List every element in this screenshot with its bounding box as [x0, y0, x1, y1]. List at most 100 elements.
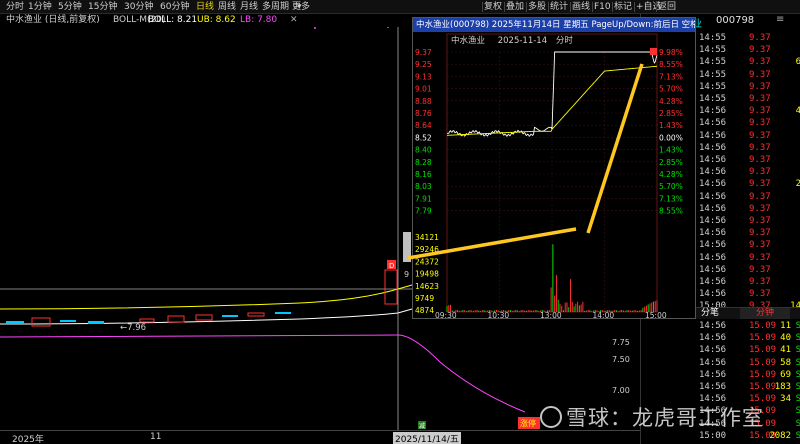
- candle: [31, 317, 51, 327]
- pct-tick: 2.85%: [659, 109, 683, 118]
- tick-row: 14:56 15.09 41 S: [699, 345, 800, 356]
- period-tab[interactable]: 日线: [196, 1, 214, 13]
- tick-row: 14:56 15.09 40 S: [699, 333, 800, 344]
- candle: [139, 318, 155, 323]
- period-tab[interactable]: 周线: [218, 1, 236, 13]
- candle: [6, 321, 24, 324]
- price-note: ←7.96: [120, 323, 146, 333]
- intraday-popup[interactable]: 中水渔业(000798) 2025年11月14日 星期五 PageUp/Down…: [412, 17, 697, 320]
- candle: [195, 314, 213, 321]
- d-label: 9: [404, 270, 409, 279]
- toolbar-button[interactable]: 统计: [550, 1, 568, 13]
- pct-tick: 8.55%: [659, 60, 683, 69]
- pct-tick: 0.00%: [659, 133, 683, 142]
- svg-text:7.75: 7.75: [612, 338, 630, 347]
- ub-value: UB: 8.62: [197, 15, 236, 25]
- price-tick: 8.16: [415, 170, 432, 179]
- limit-up-text: 涨停: [520, 418, 536, 428]
- chart-title: 中水渔业 (日线,前复权): [6, 15, 100, 25]
- svg-text:7.00: 7.00: [612, 386, 630, 395]
- candle: [88, 321, 104, 324]
- lb-value: LB: 7.80: [240, 15, 278, 25]
- price-tick: 7.79: [415, 207, 432, 216]
- volume-tick: 29246: [415, 245, 439, 254]
- candle: [403, 232, 411, 262]
- candles: [6, 232, 411, 327]
- pct-tick: 1.43%: [659, 121, 683, 130]
- snowball-logo-icon: [540, 406, 562, 428]
- toolbar-button[interactable]: 返回: [658, 1, 676, 13]
- boll-lower-line: [0, 334, 526, 413]
- volume-tick: 9749: [415, 294, 434, 303]
- popup-title[interactable]: 中水渔业(000798) 2025年11月14日 星期五 PageUp/Down…: [413, 18, 695, 32]
- svg-text:D: D: [389, 262, 394, 270]
- tick-row: 14:56 15.09 183 S: [699, 382, 800, 392]
- candle: [60, 320, 76, 322]
- volume-tick: 24372: [415, 257, 439, 266]
- menu-icon[interactable]: ≡: [776, 14, 784, 25]
- tab-fenzhong[interactable]: 分钟: [740, 308, 790, 319]
- pct-tick: 8.55%: [659, 207, 683, 216]
- pct-tick: 9.98%: [659, 48, 683, 57]
- pct-tick: 5.70%: [659, 85, 683, 94]
- tick-row: 14:56 15.09 11 S: [699, 321, 800, 331]
- period-tab[interactable]: 5分钟: [58, 1, 82, 13]
- date-axis: 2025年 11 2025/11/14/五: [0, 430, 640, 444]
- price-tick: 9.25: [415, 60, 432, 69]
- price-tick: 8.03: [415, 182, 432, 191]
- boll-value: BOLL: 8.21: [148, 15, 198, 25]
- time-tick: 15:00: [645, 311, 667, 320]
- period-tab[interactable]: 分时: [6, 1, 24, 13]
- price-tick: 8.52: [415, 133, 432, 142]
- price-tick: 8.40: [415, 146, 432, 155]
- volume-tick: 19498: [415, 270, 439, 279]
- time-tick: 10:30: [488, 311, 510, 320]
- candle: [275, 312, 291, 314]
- price-tick: 7.91: [415, 194, 432, 203]
- volume-tick: 14623: [415, 282, 439, 291]
- pct-tick: 4.28%: [659, 170, 683, 179]
- pct-tick: 5.70%: [659, 182, 683, 191]
- pct-tick: 1.43%: [659, 146, 683, 155]
- price-tick: 8.64: [415, 121, 432, 130]
- price-tick: 8.88: [415, 97, 432, 106]
- candle: [167, 315, 185, 323]
- indicator-bar: 中水渔业 (日线,前复权) BOLL-M(20) BOLL: 8.21 UB: …: [0, 14, 400, 27]
- time-tick: 09:30: [435, 311, 457, 320]
- volume-tick: 34121: [415, 233, 439, 242]
- toolbar-button[interactable]: 画线: [572, 1, 590, 13]
- toolbar-button[interactable]: 标记: [614, 1, 632, 13]
- toolbar-button[interactable]: 多股: [528, 1, 546, 13]
- toolbar-button[interactable]: 复权: [484, 1, 502, 13]
- svg-text:减: 减: [419, 422, 425, 430]
- pct-tick: 7.13%: [659, 194, 683, 203]
- time-tick: 13:00: [540, 311, 562, 320]
- candle: [222, 315, 238, 317]
- price-tick: 9.13: [415, 72, 432, 81]
- period-tab[interactable]: 60分钟: [160, 1, 189, 13]
- period-tab[interactable]: 多周期: [262, 1, 289, 13]
- period-tab[interactable]: 1分钟: [28, 1, 52, 13]
- pct-tick: 7.13%: [659, 72, 683, 81]
- tick-row: 14:56 15.09 69 S: [699, 369, 800, 380]
- watermark: 雪球：龙虎哥工作室: [540, 402, 764, 432]
- price-tick: 8.76: [415, 109, 432, 118]
- price-tick: 9.01: [415, 85, 432, 94]
- more-dropdown-icon[interactable]: ▾: [297, 1, 302, 13]
- volume-tick: 4874: [415, 306, 434, 315]
- close-icon[interactable]: ✕: [290, 14, 298, 27]
- time-tick: 14:00: [593, 311, 615, 320]
- toolbar-button[interactable]: 叠加: [506, 1, 524, 13]
- pct-tick: 2.85%: [659, 158, 683, 167]
- top-toolbar: 分时 1分钟 5分钟 15分钟 30分钟 60分钟 日线 周线 月线 多周期 更多 ▾ 复权 叠加 多股 统计…: [0, 0, 800, 14]
- period-tab[interactable]: 15分钟: [88, 1, 117, 13]
- candle-limit-up: [384, 269, 398, 305]
- pct-tick: 4.28%: [659, 97, 683, 106]
- period-tab[interactable]: 月线: [240, 1, 258, 13]
- toolbar-button[interactable]: F10: [594, 1, 611, 13]
- price-tick: 8.28: [415, 158, 432, 167]
- tick-row: 14:56 15.09 58 S: [699, 357, 800, 368]
- price-tick: 9.37: [415, 48, 432, 57]
- period-tab[interactable]: 30分钟: [124, 1, 153, 13]
- intraday-chart[interactable]: 9.37 9.98% 9.25 8.55% 9.13 7.13% 9.01 5.70% 8.88…: [413, 32, 697, 320]
